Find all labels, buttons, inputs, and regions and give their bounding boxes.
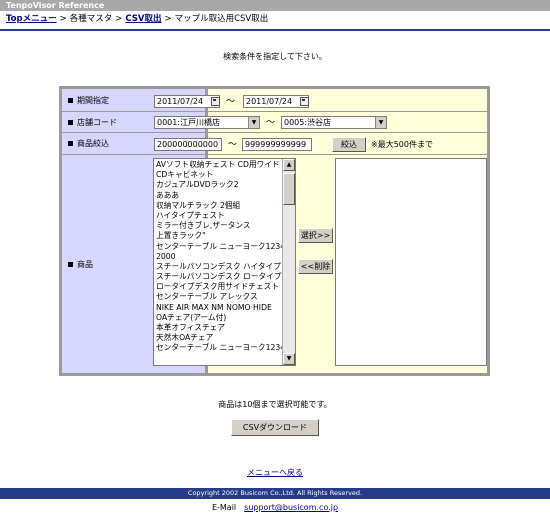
product-option[interactable]: センターテーブル ニューヨーク123456	[156, 343, 283, 353]
product-option[interactable]: 天然木OAチェア	[156, 333, 283, 343]
email-contact: E-Mail support@busicom.co.jp	[0, 503, 550, 512]
back-to-menu-link[interactable]: メニューへ戻る	[247, 468, 303, 477]
max-items-note: ※最大500件まで	[371, 140, 433, 149]
product-option[interactable]: 上置きラック"	[156, 231, 283, 241]
product-option[interactable]: NIKE AIR MAX NM NOMO HIDE	[156, 303, 283, 313]
scroll-thumb[interactable]	[283, 173, 295, 205]
product-option[interactable]: センターテーブル アレックス	[156, 292, 283, 302]
selection-limit-note: 商品は10個まで選択可能です。	[218, 400, 332, 409]
product-listbox[interactable]: AVソフト収納チェスト CD用ワイド CDキャビネット カジュアルDVDラック2 ああ…	[153, 158, 296, 366]
header-divider	[0, 29, 550, 31]
bullet-icon	[68, 97, 73, 103]
breadcrumb-master: 各種マスタ	[69, 14, 113, 24]
product-filter-from-input[interactable]: 200000000000	[154, 138, 222, 151]
bullet-icon	[68, 141, 73, 146]
product-option[interactable]: 本革オフィスチェア	[156, 323, 283, 333]
product-option[interactable]: スチールパソコンデスク ハイタイプ	[156, 262, 283, 272]
chevron-down-icon[interactable]: ▼	[375, 117, 386, 128]
scroll-down-icon[interactable]: ▼	[283, 353, 295, 365]
product-list: AVソフト収納チェスト CD用ワイド CDキャビネット カジュアルDVDラック2 ああ…	[156, 160, 283, 354]
breadcrumb-csv-link[interactable]: CSV取出	[125, 14, 161, 24]
store-to-select[interactable]: 0005:渋谷店 ▼	[281, 116, 387, 129]
scroll-up-icon[interactable]: ▲	[283, 159, 295, 171]
product-option[interactable]: CDキャビネット	[156, 170, 283, 180]
product-option[interactable]: ロータイプデスク用サイドチェスト	[156, 282, 283, 292]
bullet-icon	[68, 119, 73, 125]
calendar-icon[interactable]	[300, 97, 309, 106]
range-tilde: 〜	[228, 140, 238, 150]
listbox-scrollbar[interactable]: ▲ ▼	[282, 159, 295, 365]
selected-products-listbox[interactable]	[335, 158, 487, 366]
bullet-icon	[68, 261, 73, 267]
app-title: TenpoVisor Reference	[0, 0, 550, 11]
filter-button[interactable]: 絞込	[332, 137, 366, 152]
store-from-select[interactable]: 0001:江戸川橋店 ▼	[154, 116, 260, 129]
email-address-link[interactable]: support@busicom.co.jp	[244, 503, 338, 512]
delete-button[interactable]: <<削除	[298, 259, 333, 274]
product-option[interactable]: カジュアルDVDラック2	[156, 180, 283, 190]
product-option[interactable]: ハイタイプチェスト	[156, 211, 283, 221]
product-option[interactable]: あああ	[156, 191, 283, 201]
csv-download-button[interactable]: CSVダウンロード	[231, 419, 319, 436]
email-label: E-Mail	[211, 503, 237, 512]
product-option[interactable]: ミラー付きブレ,ザータンス	[156, 221, 283, 231]
product-option[interactable]: スチールパソコンデスク ロータイプ	[156, 272, 283, 282]
breadcrumb-top-menu-link[interactable]: Topメニュー	[6, 14, 57, 24]
instruction-text: 検索条件を指定して下さい。	[223, 52, 327, 61]
product-option[interactable]: 2000	[156, 252, 283, 262]
select-button[interactable]: 選択>>	[298, 228, 333, 243]
breadcrumb: Topメニュー > 各種マスタ > CSV取出 > マップル取込用CSV取出	[6, 14, 269, 24]
product-option[interactable]: センターテーブル ニューヨーク123456	[156, 242, 283, 252]
calendar-icon[interactable]	[211, 97, 220, 106]
breadcrumb-current: マップル取込用CSV取出	[174, 14, 269, 24]
product-option[interactable]: OAチェア(アーム付)	[156, 313, 283, 323]
product-option[interactable]: AVソフト収納チェスト CD用ワイド	[156, 160, 283, 170]
footer-copyright: Copyright 2002 Busicom Co.,Ltd. All Righ…	[0, 488, 550, 499]
range-tilde: 〜	[226, 97, 236, 107]
range-tilde: 〜	[266, 118, 276, 128]
product-option[interactable]: 収納マルチラック 2個組	[156, 201, 283, 211]
chevron-down-icon[interactable]: ▼	[248, 117, 259, 128]
product-filter-to-input[interactable]: 999999999999	[242, 138, 312, 151]
